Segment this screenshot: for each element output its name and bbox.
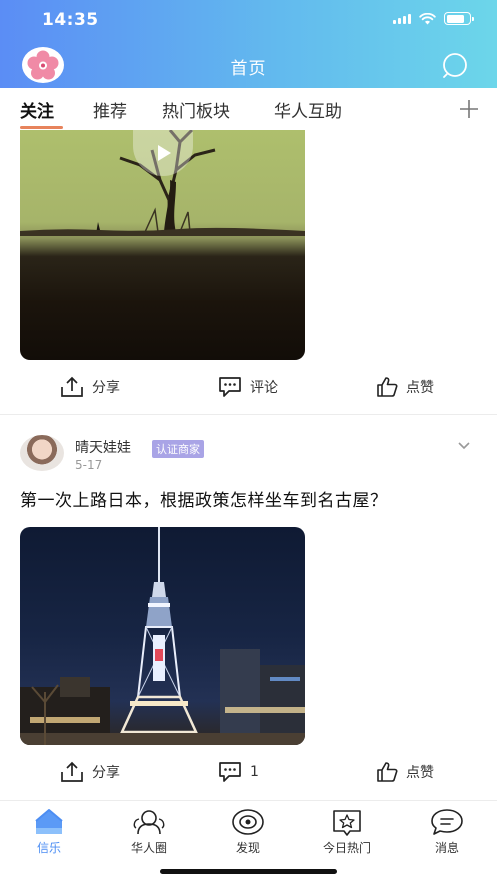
nav-label-community: 华人圈 (130, 841, 167, 855)
share-button[interactable]: 分享 (60, 367, 120, 407)
group-icon (132, 807, 166, 837)
nav-label-home: 信乐 (36, 841, 61, 855)
tab-hot-boards[interactable]: 热门板块 (162, 97, 230, 122)
tab-recommend[interactable]: 推荐 (93, 97, 127, 122)
tab-mutual-help[interactable]: 华人互助 (274, 97, 342, 122)
verified-merchant-badge: 认证商家 (152, 440, 204, 458)
message-icon (430, 807, 464, 837)
post-title[interactable]: 第一次上路日本，根据政策怎样坐车到名古屋？ (20, 486, 388, 511)
comment-label: 评论 (250, 380, 278, 396)
author-name[interactable]: 晴天娃娃 (75, 437, 131, 457)
cellular-signal-icon (393, 13, 411, 24)
chevron-down-icon[interactable] (457, 441, 471, 451)
like-button[interactable]: 点赞 (376, 752, 434, 792)
category-tabs: 关注 推荐 热门板块 华人互助 (0, 88, 497, 130)
like-button[interactable]: 点赞 (376, 367, 434, 407)
status-time: 14:35 (42, 10, 99, 30)
active-tab-indicator (20, 126, 63, 129)
trending-icon (330, 807, 364, 837)
post-divider (0, 414, 497, 415)
nav-trending[interactable]: 今日热门 (302, 807, 392, 856)
nav-discover[interactable]: 发现 (203, 807, 293, 856)
share-button[interactable]: 分享 (60, 752, 120, 792)
status-icons (393, 12, 474, 25)
comment-count: 1 (250, 764, 259, 780)
wifi-icon (419, 12, 436, 24)
share-label: 分享 (92, 380, 120, 396)
post-actions: 分享 1 点赞 (0, 752, 497, 792)
play-icon (158, 145, 171, 161)
comment-button[interactable]: 评论 (218, 367, 278, 407)
battery-icon (444, 12, 474, 25)
tab-follow[interactable]: 关注 (20, 97, 54, 122)
comment-icon (219, 377, 241, 397)
nav-label-trending: 今日热门 (322, 841, 371, 855)
share-icon (61, 761, 83, 782)
like-label: 点赞 (406, 765, 434, 781)
post-header: 晴天娃娃 认证商家 5-17 (0, 431, 497, 491)
home-indicator[interactable] (160, 869, 337, 874)
feed[interactable]: 分享 评论 点赞 晴天娃娃 认证商家 5-17 第一次上路日本，根据政策怎样坐车… (0, 130, 497, 800)
app-header: 14:35 首页 (0, 0, 497, 88)
search-icon[interactable] (441, 52, 469, 80)
avatar[interactable] (20, 435, 64, 471)
home-icon (32, 807, 66, 837)
comment-icon (219, 762, 241, 782)
plus-icon (460, 100, 478, 118)
share-icon (61, 376, 83, 397)
add-tab-button[interactable] (411, 88, 497, 130)
discover-icon (231, 807, 265, 837)
comment-button[interactable]: 1 (218, 752, 259, 792)
thumbs-up-icon (377, 762, 398, 782)
post-image[interactable] (20, 527, 305, 745)
post-actions: 分享 评论 点赞 (0, 367, 497, 407)
like-label: 点赞 (406, 380, 434, 396)
post-date: 5-17 (75, 458, 103, 472)
status-bar: 14:35 (0, 0, 497, 40)
nav-community[interactable]: 华人圈 (104, 807, 194, 856)
page-title: 首页 (230, 59, 267, 79)
title-bar: 首页 (0, 44, 497, 88)
nav-label-messages: 消息 (434, 841, 459, 855)
nav-home[interactable]: 信乐 (4, 807, 94, 856)
thumbs-up-icon (377, 377, 398, 397)
nav-messages[interactable]: 消息 (402, 807, 492, 856)
share-label: 分享 (92, 765, 120, 781)
video-thumbnail[interactable] (20, 130, 305, 360)
nav-label-discover: 发现 (235, 841, 260, 855)
